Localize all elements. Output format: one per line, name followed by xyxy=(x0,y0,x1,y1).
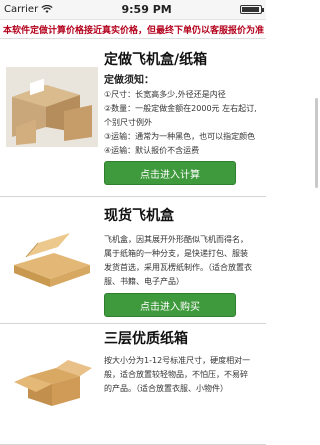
custom-box-note: ①尺寸：长宽高多少,外径还是内径 xyxy=(104,90,226,99)
custom-box-notes-heading: 定做须知： xyxy=(104,75,154,86)
carton-description: 按大小分为1-12号标准尺寸，硬度相对一般，适合放置较轻物品，不怕压，不易碎的产… xyxy=(104,356,251,393)
battery-icon xyxy=(240,5,264,14)
custom-box-note: ③运输：通常为一种黑色，也可以指定颜色 xyxy=(104,132,256,141)
carrier-label: Carrier xyxy=(4,4,39,15)
product-stock-mailer-box: 现货飞机盒 飞机盒，因其展开外形酷似飞机而得名，属于纸箱的一种分支，是快递打包、… xyxy=(0,197,266,324)
product-three-layer-carton: 三层优质纸箱 按大小分为1-12号标准尺寸，硬度相对一般，适合放置较轻物品，不怕… xyxy=(0,324,266,445)
custom-box-note: 个别尺寸例外 xyxy=(104,118,152,127)
wifi-icon xyxy=(41,5,53,13)
carton-image xyxy=(6,346,98,406)
product-custom-box: 定做飞机盒/纸箱 定做须知： ①尺寸：长宽高多少,外径还是内径 ②数量：一般定做… xyxy=(0,39,266,197)
status-bar: Carrier 9:59 PM xyxy=(0,0,266,20)
scrollbar-thumb[interactable] xyxy=(315,98,318,188)
custom-box-note: ④运输：默认报价不含运费 xyxy=(104,146,200,155)
custom-box-title: 定做飞机盒/纸箱 xyxy=(104,52,208,68)
custom-box-image xyxy=(6,67,98,147)
status-time: 9:59 PM xyxy=(121,3,172,16)
carton-title: 三层优质纸箱 xyxy=(104,331,188,347)
status-left: Carrier xyxy=(4,4,53,15)
calculate-button[interactable]: 点击进入计算 xyxy=(104,161,236,185)
mailer-box-title: 现货飞机盒 xyxy=(104,208,174,224)
price-notice: 本软件定做计算价格接近真实价格，但最终下单仍以客服报价为准 xyxy=(0,20,266,39)
mailer-box-image xyxy=(6,227,98,297)
purchase-button[interactable]: 点击进入购买 xyxy=(104,293,236,317)
mailer-box-description: 飞机盒，因其展开外形酷似飞机而得名，属于纸箱的一种分支，是快递打包、服装发货首选… xyxy=(104,235,252,286)
custom-box-note: ②数量：一般定做金额在2000元 左右起订, xyxy=(104,104,257,113)
